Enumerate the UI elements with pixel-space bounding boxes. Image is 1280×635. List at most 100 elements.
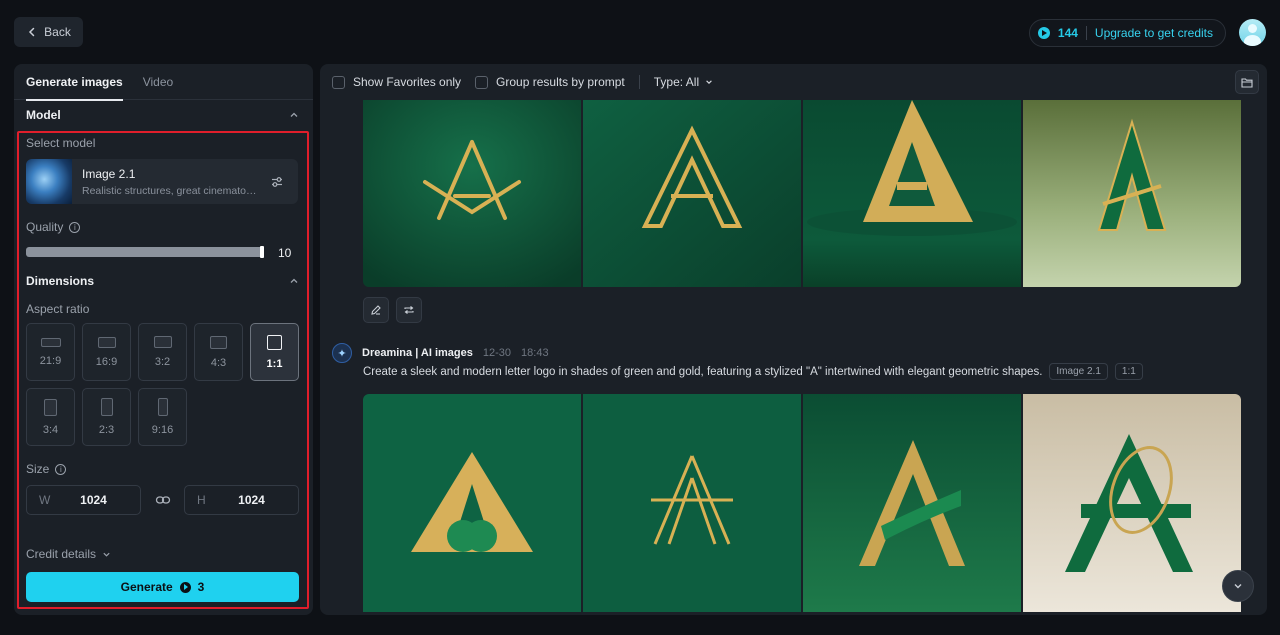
select-model-label: Select model — [26, 136, 96, 150]
model-selector[interactable]: Image 2.1 Realistic structures, great ci… — [26, 159, 298, 204]
height-value[interactable]: 1024 — [231, 493, 272, 507]
sliders-icon[interactable] — [270, 175, 284, 189]
ratio-16-9-button[interactable]: 16:9 — [82, 323, 131, 381]
ratio-tag: 1:1 — [1114, 363, 1143, 380]
chevron-up-icon[interactable] — [289, 110, 299, 120]
model-description: Realistic structures, great cinematog... — [82, 184, 260, 197]
ratio-label: 3:4 — [42, 423, 59, 436]
ratio-label: 4:3 — [210, 356, 227, 369]
tab-video[interactable]: Video — [143, 64, 173, 100]
ratio-16-9-icon — [97, 336, 116, 348]
ratio-3-4-button[interactable]: 3:4 — [26, 388, 75, 446]
ratio-label: 21:9 — [39, 354, 62, 367]
generated-image[interactable] — [363, 394, 581, 612]
generation-date: 12-30 — [482, 347, 512, 359]
regenerate-button[interactable] — [396, 297, 422, 323]
type-filter-label: Type: All — [653, 75, 700, 89]
image-row — [363, 394, 1241, 612]
show-favorites-toggle[interactable]: Show Favorites only — [332, 75, 461, 89]
type-filter-dropdown[interactable]: Type: All — [654, 75, 713, 89]
width-value[interactable]: 1024 — [73, 493, 114, 507]
chevron-down-icon — [706, 80, 712, 84]
generate-label: Generate — [120, 580, 173, 594]
link-icon[interactable] — [155, 493, 171, 507]
ratio-1-1-icon — [267, 334, 282, 350]
tab-generate-images[interactable]: Generate images — [26, 64, 123, 101]
quality-slider[interactable] — [26, 246, 264, 258]
ratio-4-3-icon — [210, 335, 227, 349]
logo-image-2 — [583, 100, 801, 287]
generation-time: 18:43 — [521, 347, 549, 359]
generation-author: Dreamina | AI images — [362, 347, 473, 359]
quality-value: 10 — [278, 246, 292, 260]
group-by-prompt-toggle[interactable]: Group results by prompt — [475, 75, 625, 89]
generated-image[interactable] — [803, 394, 1021, 612]
prompt-row: Create a sleek and modern letter logo in… — [363, 363, 1143, 380]
repeat-icon — [404, 306, 414, 314]
avatar[interactable] — [1239, 19, 1266, 46]
ratio-9-16-button[interactable]: 9:16 — [138, 388, 187, 446]
ratio-2-3-button[interactable]: 2:3 — [82, 388, 131, 446]
credit-details-toggle[interactable]: Credit details — [26, 547, 111, 561]
credits-pill[interactable]: 144 Upgrade to get credits — [1028, 19, 1226, 47]
ratio-9-16-icon — [157, 398, 168, 416]
logo-image-8 — [1023, 394, 1241, 612]
folder-button[interactable] — [1235, 70, 1259, 94]
logo-image-6 — [583, 394, 801, 612]
ratio-label: 16:9 — [95, 355, 118, 368]
size-label-row: Size i — [26, 462, 67, 476]
ratio-3-2-button[interactable]: 3:2 — [138, 323, 187, 381]
generation-header: ✦ Dreamina | AI images 12-30 18:43 — [332, 343, 549, 363]
generation-settings-panel: Generate images Video Model Select model… — [14, 64, 313, 615]
logo-image-1 — [363, 100, 581, 287]
generated-image[interactable] — [1023, 100, 1241, 287]
credits-count: 144 — [1057, 26, 1078, 40]
back-button[interactable]: Back — [14, 17, 83, 47]
generated-image[interactable] — [583, 394, 801, 612]
logo-image-3 — [803, 100, 1021, 287]
prompt-text[interactable]: Create a sleek and modern letter logo in… — [363, 366, 1042, 378]
image-row — [363, 100, 1241, 287]
edit-button[interactable] — [363, 297, 389, 323]
ratio-2-3-icon — [100, 398, 113, 416]
chevron-up-icon[interactable] — [289, 276, 299, 286]
generated-image[interactable] — [363, 100, 581, 287]
ratio-label: 3:2 — [154, 356, 171, 368]
generated-image[interactable] — [583, 100, 801, 287]
checkbox[interactable] — [332, 75, 345, 89]
info-icon[interactable]: i — [55, 463, 67, 475]
logo-image-5 — [363, 394, 581, 612]
width-field[interactable]: W 1024 — [26, 485, 141, 515]
results-panel: Show Favorites only Group results by pro… — [320, 64, 1267, 615]
height-field[interactable]: H 1024 — [184, 485, 299, 515]
group-by-prompt-label: Group results by prompt — [496, 75, 625, 89]
ratio-1-1-button[interactable]: 1:1 — [250, 323, 299, 381]
scroll-down-button[interactable] — [1222, 570, 1254, 602]
ratio-label: 2:3 — [98, 424, 115, 436]
ratio-4-3-button[interactable]: 4:3 — [194, 323, 243, 381]
generated-image[interactable] — [803, 100, 1021, 287]
upgrade-link[interactable]: Upgrade to get credits — [1095, 26, 1213, 40]
checkbox[interactable] — [475, 75, 489, 89]
slider-handle[interactable] — [260, 246, 264, 258]
credit-details-label: Credit details — [26, 547, 97, 561]
ratio-21-9-button[interactable]: 21:9 — [26, 323, 75, 381]
model-section-title: Model — [26, 108, 61, 122]
ratio-label: 1:1 — [266, 357, 283, 370]
ratio-3-2-icon — [153, 336, 172, 348]
dimensions-section-header[interactable]: Dimensions — [26, 274, 299, 288]
chevron-left-icon — [29, 27, 35, 37]
ratio-21-9-icon — [40, 337, 61, 347]
model-section-header[interactable]: Model — [26, 108, 299, 122]
ratio-3-4-icon — [44, 398, 57, 416]
quality-label: Quality — [26, 220, 64, 234]
logo-image-7 — [803, 394, 1021, 612]
chevron-down-icon — [103, 552, 110, 557]
show-favorites-label: Show Favorites only — [353, 75, 462, 89]
generate-button[interactable]: Generate 3 — [26, 572, 299, 602]
info-icon[interactable]: i — [69, 221, 81, 233]
generated-image[interactable] — [1023, 394, 1241, 612]
chevron-down-icon — [1234, 584, 1242, 589]
width-prefix: W — [39, 493, 51, 507]
back-label: Back — [44, 25, 71, 39]
